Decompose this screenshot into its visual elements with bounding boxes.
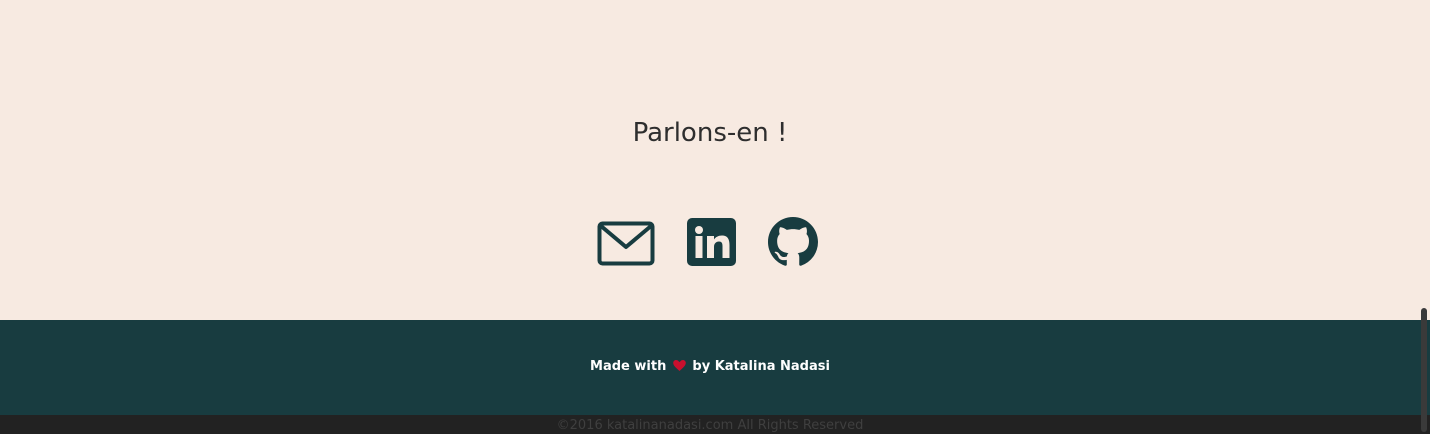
copyright-text: ©2016 katalinanadasi.com All Rights Rese… xyxy=(556,418,864,433)
email-link[interactable] xyxy=(597,216,655,268)
heart-icon xyxy=(673,357,686,377)
contact-title: Parlons-en ! xyxy=(632,118,788,148)
made-with-text: Made with xyxy=(590,359,667,374)
page: Parlons-en ! Made with by Katalina Nadas… xyxy=(0,0,1430,434)
author-text: by Katalina Nadasi xyxy=(692,359,830,374)
scrollbar-thumb[interactable] xyxy=(1421,308,1427,432)
made-with-credit: Made with by Katalina Nadasi xyxy=(0,357,1420,377)
github-link[interactable] xyxy=(768,216,818,268)
linkedin-link[interactable] xyxy=(687,216,736,268)
contact-section: Parlons-en ! xyxy=(0,0,1430,320)
email-icon xyxy=(597,221,655,266)
github-icon xyxy=(768,217,818,266)
linkedin-icon xyxy=(687,218,736,266)
